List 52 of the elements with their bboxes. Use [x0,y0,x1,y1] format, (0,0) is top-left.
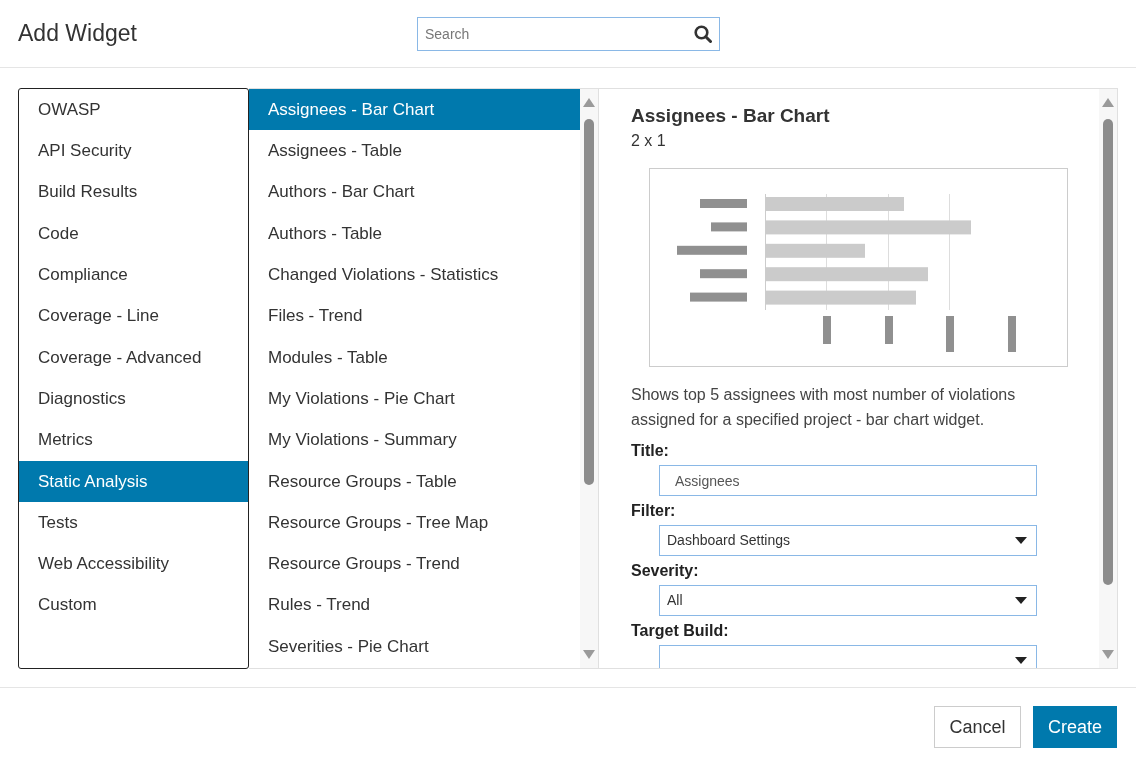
widget-item[interactable]: Changed Violations - Statistics [249,254,580,296]
category-item[interactable]: Build Results [19,171,248,213]
scroll-up-icon[interactable] [1102,98,1114,107]
widget-item[interactable]: Severities - Pie Chart [249,625,580,668]
field-label: Filter: [631,501,677,521]
search-icon[interactable] [694,24,712,43]
caret-icon [1015,657,1027,664]
field-label: Title: [631,441,670,461]
widget-item[interactable]: Modules - Table [249,336,580,379]
widget-item[interactable]: My Violations - Pie Chart [249,378,580,420]
widget-item[interactable]: Authors - Table [249,212,580,255]
category-item[interactable]: Metrics [19,419,248,461]
widget-item[interactable]: My Violations - Summary [249,419,580,461]
category-item[interactable]: Coverage - Line [19,295,248,337]
scroll-up-icon[interactable] [583,98,595,107]
field-label: Target Build: [631,621,730,641]
scroll-down-icon[interactable] [583,650,595,659]
widget-item[interactable]: Resource Groups - Tree Map [249,501,580,544]
create-button[interactable]: Create [1033,706,1117,748]
widget-item[interactable]: Rules - Trend [249,584,580,626]
search-field[interactable]: Search [417,16,720,51]
widget-size: 2 x 1 [631,131,667,151]
category-item[interactable]: Custom [19,584,248,626]
dialog-title: Add Widget [18,19,138,49]
field-label: Severity: [631,561,700,581]
text-field[interactable]: Assignees [659,465,1037,496]
caret-icon [1015,537,1027,544]
scroll-down-icon[interactable] [1102,650,1114,659]
widget-item[interactable]: Files - Trend [249,295,580,337]
category-item[interactable]: OWASP [19,89,248,131]
category-item[interactable]: Tests [19,501,248,544]
category-item[interactable]: Diagnostics [19,378,248,420]
dropdown-field[interactable]: Dashboard Settings [659,525,1037,556]
widget-item[interactable]: Assignees - Table [249,130,580,172]
category-item[interactable]: Code [19,212,248,255]
category-item[interactable]: Compliance [19,254,248,296]
widget-item[interactable]: Resource Groups - Trend [249,543,580,585]
cancel-button[interactable]: Cancel [934,706,1021,748]
category-item[interactable]: Static Analysis [19,460,248,502]
category-item[interactable]: Coverage - Advanced [19,336,248,379]
scrollbar-thumb[interactable] [1103,119,1113,585]
category-item[interactable]: API Security [19,130,248,172]
dropdown-field[interactable] [659,645,1037,668]
caret-icon [1015,597,1027,604]
widget-description: Shows top 5 assignees with most number of violations assigned for a specified project - bar chart widget. [631,385,1017,430]
widget-item[interactable]: Assignees - Bar Chart [249,89,580,131]
scrollbar-thumb[interactable] [584,119,594,485]
widget-item[interactable]: Authors - Bar Chart [249,171,580,213]
widget-item[interactable]: Resource Groups - Table [249,460,580,502]
category-item[interactable]: Web Accessibility [19,543,248,585]
widget-title: Assignees - Bar Chart [631,104,831,128]
dropdown-field[interactable]: All [659,585,1037,616]
